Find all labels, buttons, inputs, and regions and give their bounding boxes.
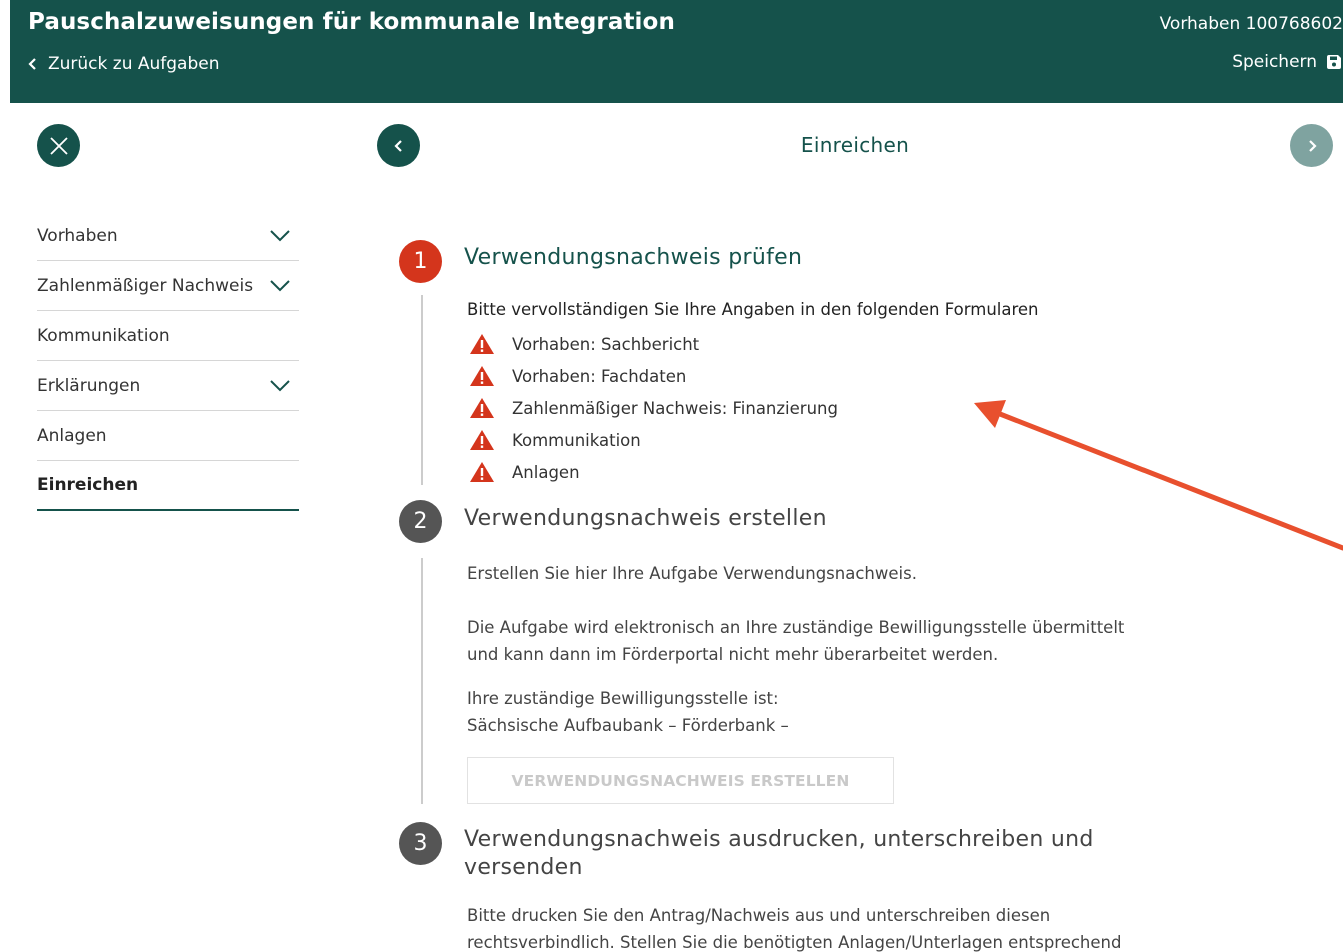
annotation-arrow [974,400,1343,551]
